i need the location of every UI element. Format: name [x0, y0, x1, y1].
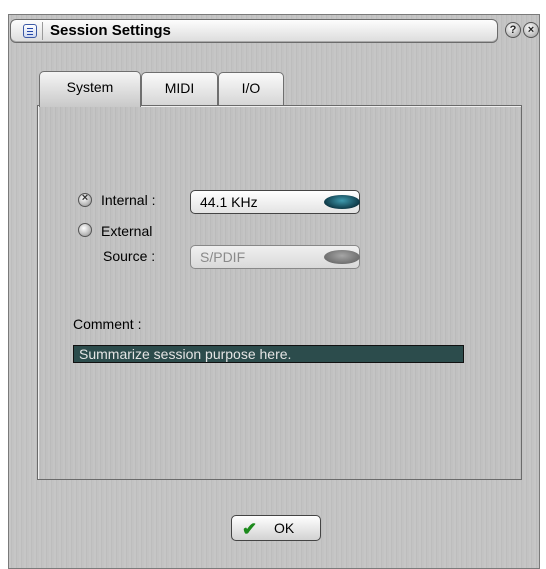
checkmark-icon: ✔	[242, 519, 258, 539]
comment-field[interactable]: Summarize session purpose here.	[73, 345, 464, 363]
title-separator	[42, 22, 43, 40]
external-clock-radio[interactable]	[78, 223, 92, 237]
sample-rate-dropdown[interactable]: 44.1 KHz	[190, 190, 360, 214]
tab-midi[interactable]: MIDI	[141, 72, 218, 105]
system-tab-panel	[37, 105, 522, 480]
source-label: Source :	[103, 248, 156, 264]
tab-io[interactable]: I/O	[218, 72, 284, 105]
internal-label: Internal :	[101, 192, 156, 208]
ok-button[interactable]: ✔ OK	[231, 515, 321, 541]
comment-label: Comment :	[73, 316, 142, 332]
ok-label: OK	[274, 520, 295, 536]
dropdown-knob-icon	[324, 250, 360, 264]
sample-rate-value: 44.1 KHz	[200, 194, 258, 210]
dropdown-knob-icon	[324, 195, 360, 209]
help-button[interactable]: ?	[505, 22, 521, 38]
window-title: Session Settings	[50, 22, 171, 39]
window-menu-icon[interactable]	[23, 24, 37, 38]
tab-system[interactable]: System	[39, 71, 141, 107]
external-source-value: S/PDIF	[200, 249, 246, 265]
external-source-dropdown[interactable]: S/PDIF	[190, 245, 360, 269]
internal-clock-radio[interactable]: ×	[78, 192, 92, 207]
close-button[interactable]: ×	[523, 22, 539, 38]
external-label: External	[101, 223, 153, 239]
